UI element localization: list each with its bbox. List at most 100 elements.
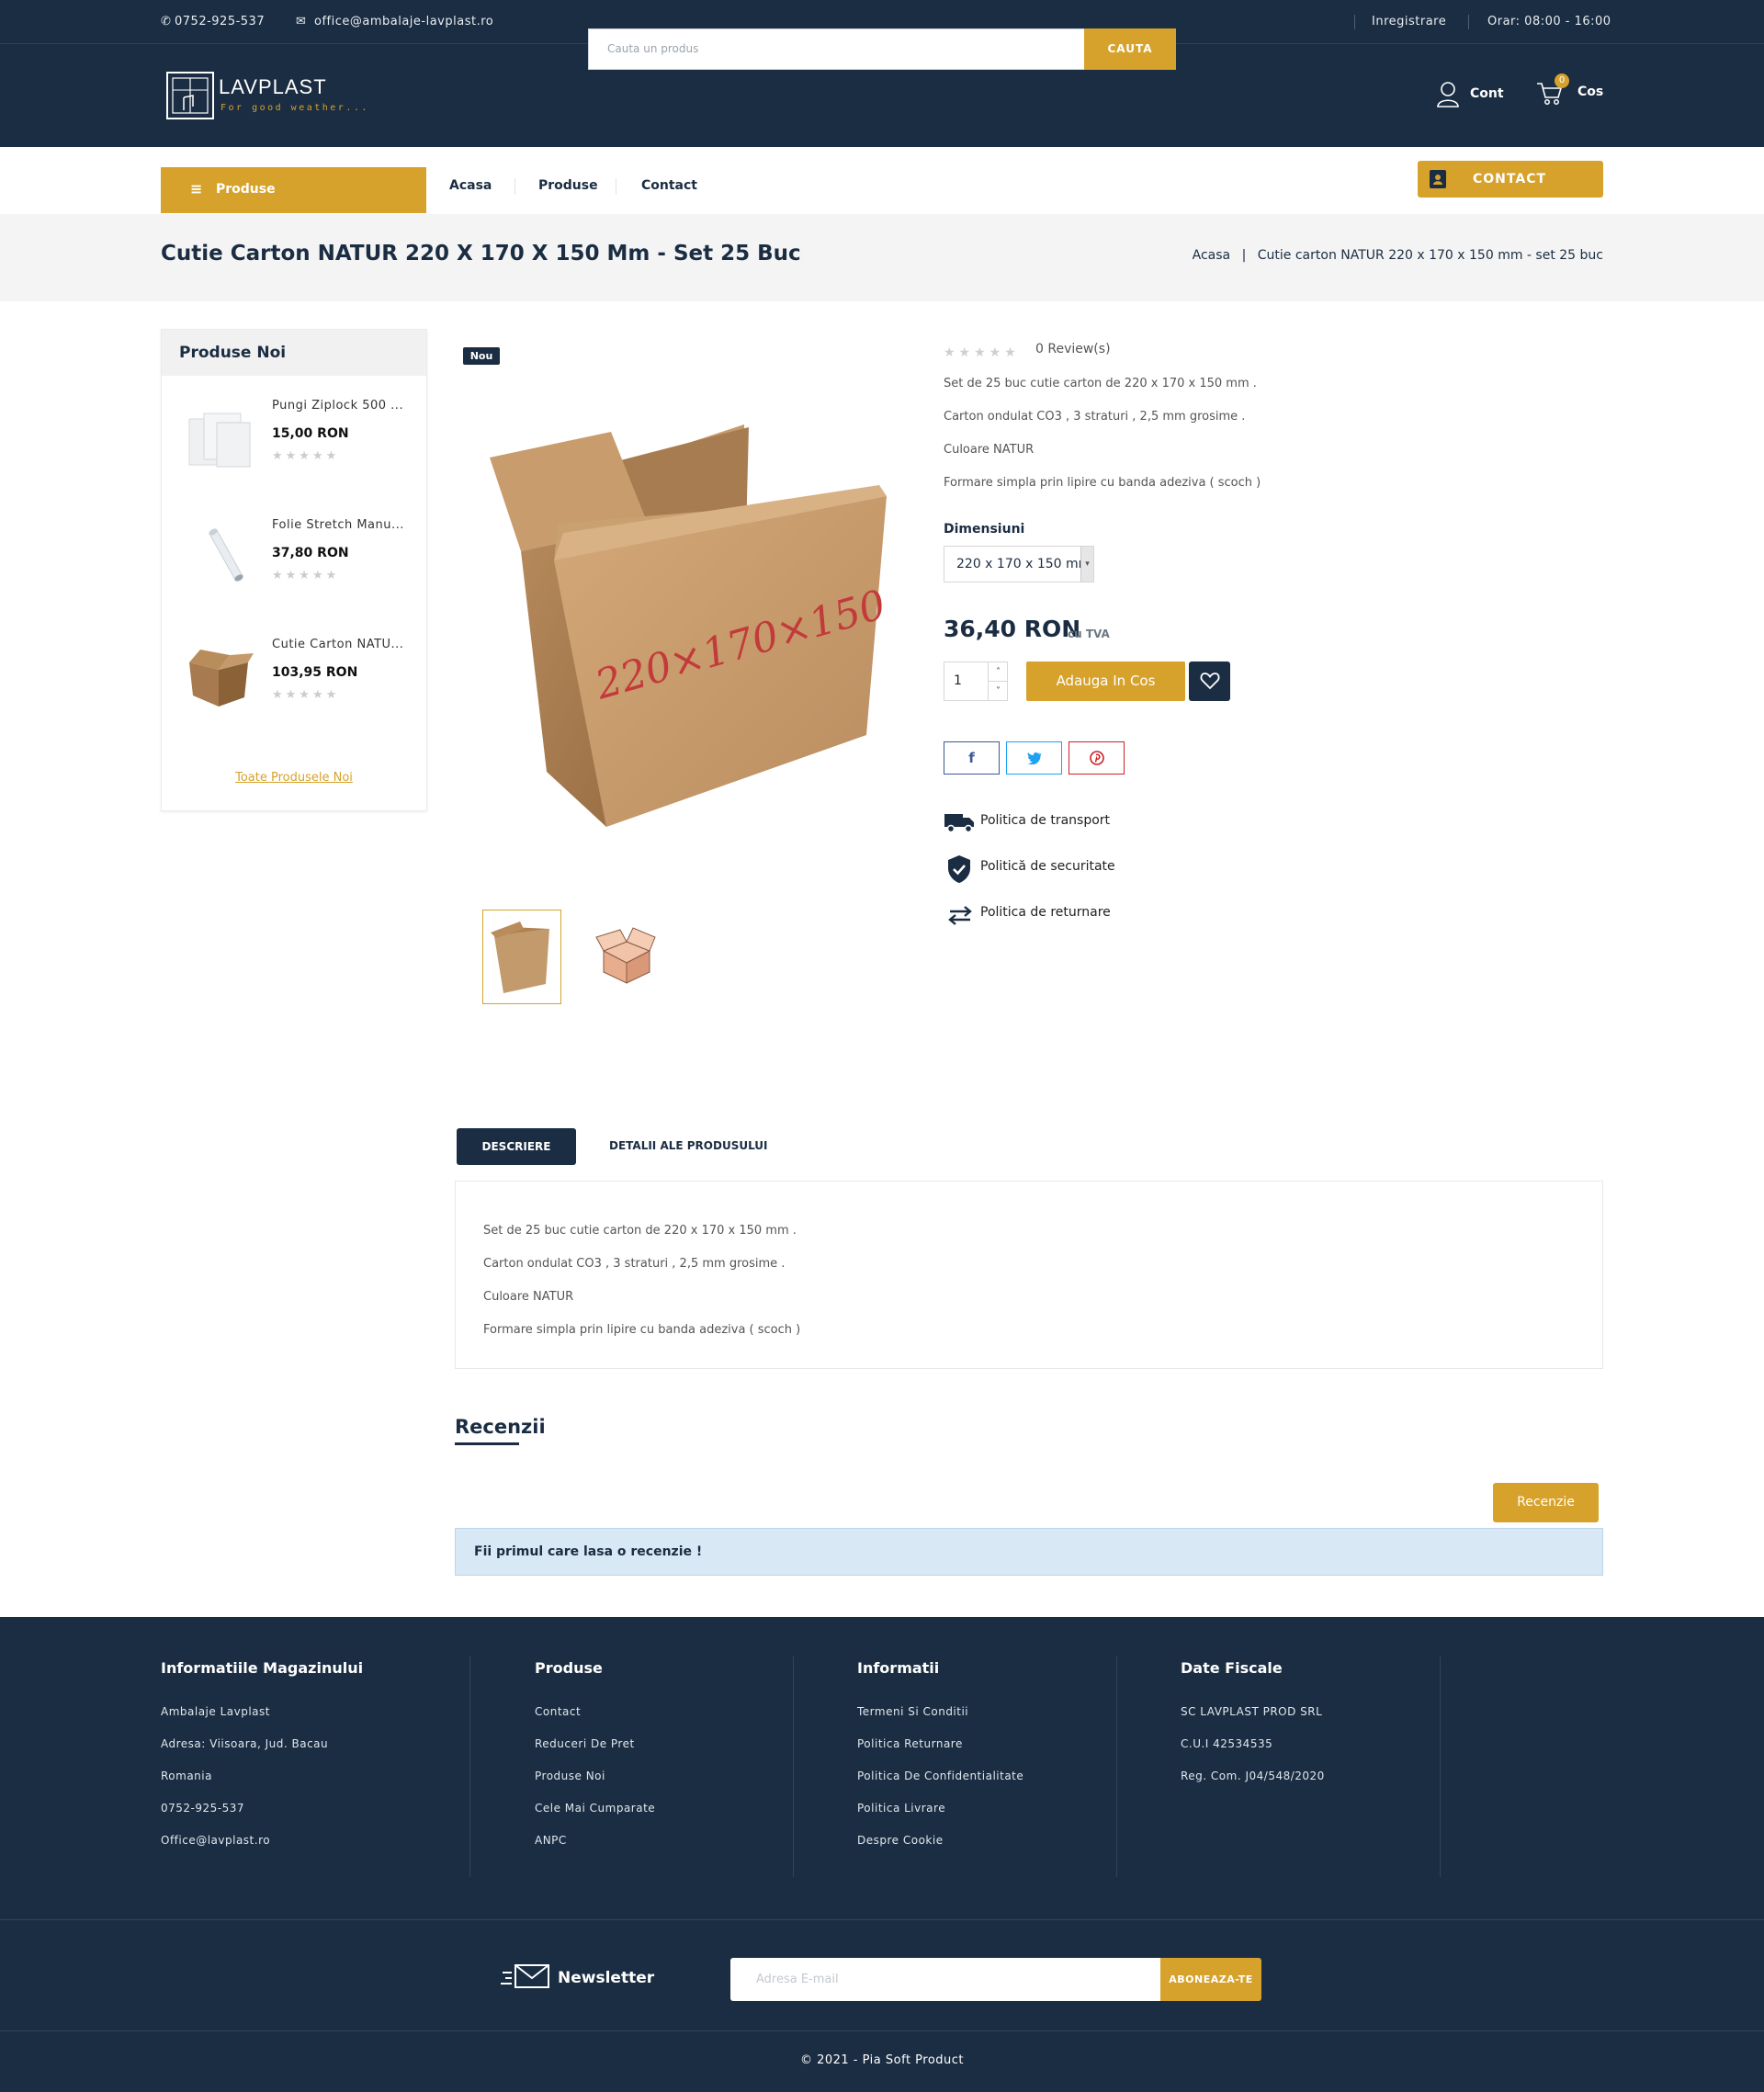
- twitter-icon: [1027, 752, 1041, 765]
- contact-button-label: CONTACT: [1473, 172, 1547, 187]
- product-main-image[interactable]: 220×170×150: [455, 377, 896, 836]
- heart-icon: [1200, 673, 1220, 690]
- newsletter-email-input[interactable]: Adresa E-mail: [730, 1958, 1160, 2001]
- footer-link[interactable]: Politica Livrare: [857, 1802, 945, 1815]
- add-to-cart-button[interactable]: Adauga In Cos: [1026, 662, 1185, 701]
- product-thumbnail[interactable]: [585, 910, 664, 1004]
- carton-box-image: [189, 650, 254, 707]
- sidebar-product-price: 37,80 RON: [272, 546, 349, 560]
- reviews-count[interactable]: 0 Review(s): [1035, 342, 1111, 356]
- footer-divider: [793, 1657, 794, 1877]
- breadcrumb-home[interactable]: Acasa: [1193, 248, 1230, 263]
- share-pinterest-button[interactable]: [1069, 741, 1125, 775]
- share-facebook-button[interactable]: f: [944, 741, 1000, 775]
- topbar-phone[interactable]: 0752-925-537: [175, 0, 265, 44]
- footer-email[interactable]: Office@lavplast.ro: [161, 1834, 270, 1847]
- carton-box-thumb-image: [491, 922, 549, 993]
- footer-link[interactable]: Politica Returnare: [857, 1737, 963, 1750]
- quantity-input[interactable]: 1: [954, 673, 962, 688]
- pinterest-icon: [1089, 751, 1104, 765]
- tab-description[interactable]: DESCRIERE: [457, 1128, 576, 1165]
- description-line: Culoare NATUR: [483, 1290, 574, 1304]
- nav-divider: [514, 178, 515, 195]
- policy-returns-label: Politica de returnare: [980, 905, 1111, 920]
- footer-phone[interactable]: 0752-925-537: [161, 1802, 244, 1815]
- description-line: Carton ondulat CO3 , 3 straturi , 2,5 mm…: [483, 1257, 786, 1271]
- nav-link-contact[interactable]: Contact: [641, 178, 697, 193]
- dimension-select[interactable]: 220 x 170 x 150 mm ▾: [944, 546, 1094, 582]
- sidebar-product-name[interactable]: Cutie Carton NATU...: [272, 638, 419, 651]
- footer-cui: C.U.I 42534535: [1181, 1737, 1273, 1750]
- shield-check-icon: [948, 855, 970, 883]
- sidebar-product-name[interactable]: Pungi Ziplock 500 ...: [272, 399, 419, 413]
- description-panel: Set de 25 buc cutie carton de 220 x 170 …: [455, 1181, 1603, 1369]
- topbar-email[interactable]: office@ambalaje-lavplast.ro: [314, 0, 493, 44]
- site-logo[interactable]: LAVPLAST For good weather...: [165, 70, 368, 121]
- footer-link[interactable]: Cele Mai Cumparate: [535, 1802, 655, 1815]
- dimension-label: Dimensiuni: [944, 522, 1025, 537]
- footer-link[interactable]: Despre Cookie: [857, 1834, 944, 1847]
- footer-link[interactable]: Produse Noi: [535, 1770, 605, 1782]
- sidebar-product-name[interactable]: Folie Stretch Manu...: [272, 518, 419, 532]
- chevron-down-icon[interactable]: ˅: [988, 682, 1008, 701]
- box-diagram-thumb-image: [595, 927, 656, 984]
- stretch-film-roll-image: [209, 528, 243, 582]
- search-button[interactable]: CAUTA: [1084, 28, 1176, 70]
- reviews-title: Recenzii: [455, 1416, 546, 1438]
- rating-stars: ★★★★★: [272, 688, 340, 702]
- write-review-button[interactable]: Recenzie: [1493, 1483, 1599, 1522]
- all-new-products-link[interactable]: Toate Produsele Noi: [162, 771, 426, 785]
- footer-divider: [1116, 1657, 1117, 1877]
- wishlist-button[interactable]: [1189, 662, 1230, 701]
- footer-link[interactable]: ANPC: [535, 1834, 567, 1847]
- register-link[interactable]: Inregistrare: [1372, 0, 1446, 44]
- cart-link[interactable]: 0 Cos: [1536, 74, 1610, 116]
- ziplock-bags-image: [188, 413, 251, 468]
- nav-link-produse[interactable]: Produse: [538, 178, 598, 193]
- cart-label: Cos: [1577, 85, 1604, 99]
- sidebar-product-item[interactable]: Pungi Ziplock 500 ... 15,00 RON ★★★★★: [162, 385, 426, 504]
- policy-transport-label: Politica de transport: [980, 813, 1111, 828]
- rating-stars: ★★★★★: [272, 449, 340, 463]
- nav-link-acasa[interactable]: Acasa: [449, 178, 492, 193]
- breadcrumb: Acasa | Cutie carton NATUR 220 x 170 x 1…: [1193, 248, 1603, 263]
- sidebar-product-item[interactable]: Cutie Carton NATU... 103,95 RON ★★★★★: [162, 624, 426, 743]
- newsletter-label: Newsletter: [558, 1969, 655, 1987]
- footer-divider: [1440, 1657, 1441, 1877]
- footer-divider: [0, 1919, 1764, 1920]
- newsletter-envelope-icon: [501, 1964, 549, 1988]
- product-desc-line: Formare simpla prin lipire cu banda adez…: [944, 476, 1261, 490]
- breadcrumb-separator: |: [1241, 248, 1247, 263]
- chevron-down-icon: ▾: [1080, 547, 1093, 582]
- chevron-up-icon[interactable]: ˄: [988, 662, 1008, 682]
- address-book-icon: [1430, 170, 1446, 188]
- footer: [0, 1617, 1764, 2092]
- category-menu-button[interactable]: ≡ Produse: [161, 167, 426, 213]
- price-tax-note: cu TVA: [1068, 628, 1110, 640]
- footer-col-title: Produse: [535, 1659, 603, 1677]
- sidebar-product-item[interactable]: Folie Stretch Manu... 37,80 RON ★★★★★: [162, 504, 426, 624]
- no-reviews-alert: Fii primul care lasa o recenzie !: [455, 1528, 1603, 1576]
- search-input[interactable]: Cauta un produs: [588, 28, 1084, 70]
- footer-link[interactable]: Reduceri De Pret: [535, 1737, 635, 1750]
- logo-tagline: For good weather...: [220, 103, 369, 113]
- new-badge: Nou: [463, 347, 500, 365]
- quantity-stepper[interactable]: 1 ˄ ˅: [944, 662, 1008, 701]
- account-link[interactable]: Cont: [1436, 79, 1519, 116]
- footer-link[interactable]: Politica De Confidentialitate: [857, 1770, 1023, 1782]
- category-menu-label: Produse: [216, 182, 276, 197]
- share-twitter-button[interactable]: [1006, 741, 1062, 775]
- footer-link[interactable]: Contact: [535, 1705, 581, 1718]
- truck-icon: [944, 814, 974, 833]
- reviews-title-underline: [455, 1442, 519, 1445]
- product-thumbnail-active[interactable]: [482, 910, 561, 1004]
- description-line: Set de 25 buc cutie carton de 220 x 170 …: [483, 1224, 797, 1238]
- footer-col-title: Informatii: [857, 1659, 940, 1677]
- contact-button[interactable]: CONTACT: [1418, 161, 1603, 198]
- footer-link[interactable]: Termeni Si Conditii: [857, 1705, 968, 1718]
- product-desc-line: Culoare NATUR: [944, 443, 1035, 457]
- sidebar-title: Produse Noi: [162, 330, 426, 376]
- product-desc-line: Carton ondulat CO3 , 3 straturi , 2,5 mm…: [944, 410, 1246, 424]
- tab-product-details[interactable]: DETALII ALE PRODUSULUI: [609, 1139, 768, 1152]
- subscribe-button[interactable]: ABONEAZA-TE: [1160, 1958, 1261, 2001]
